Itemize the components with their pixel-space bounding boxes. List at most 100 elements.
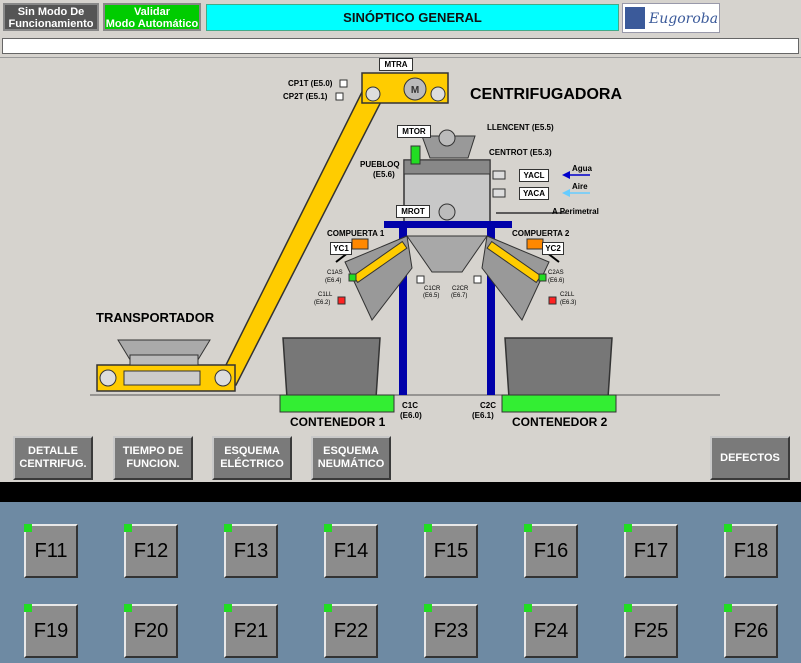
function-key-f22[interactable]: F22 bbox=[324, 604, 378, 658]
conveyor-title: TRANSPORTADOR bbox=[96, 310, 215, 325]
agua-label: Agua bbox=[572, 164, 592, 173]
function-key-f21[interactable]: F21 bbox=[224, 604, 278, 658]
function-key-label: F20 bbox=[133, 620, 169, 642]
function-key-label: F16 bbox=[533, 540, 569, 562]
function-key-led bbox=[24, 524, 32, 532]
function-key-led bbox=[424, 604, 432, 612]
gate1-actuator bbox=[351, 238, 369, 250]
yc1-tag[interactable]: YC1 bbox=[330, 242, 352, 255]
c1as-addr: (E6.4) bbox=[325, 278, 342, 284]
function-key-f13[interactable]: F13 bbox=[224, 524, 278, 578]
process-diagram: M bbox=[90, 72, 720, 413]
function-key-f15[interactable]: F15 bbox=[424, 524, 478, 578]
function-key-f24[interactable]: F24 bbox=[524, 604, 578, 658]
mrot-motor-icon bbox=[438, 203, 456, 221]
function-key-led bbox=[124, 604, 132, 612]
c2c-label: C2C bbox=[480, 401, 497, 410]
function-key-led bbox=[224, 604, 232, 612]
compuerta1-label: COMPUERTA 1 bbox=[327, 229, 385, 238]
detalle-centrifug-button[interactable]: DETALLE CENTRIFUG. bbox=[13, 436, 93, 480]
discharge-hopper bbox=[406, 235, 488, 273]
container-2-base bbox=[501, 394, 617, 413]
function-key-led bbox=[324, 524, 332, 532]
yaca-tag[interactable]: YACA bbox=[519, 187, 549, 200]
function-key-f11[interactable]: F11 bbox=[24, 524, 78, 578]
mtor-tag[interactable]: MTOR bbox=[397, 125, 431, 138]
function-key-label: F22 bbox=[333, 620, 369, 642]
yc2-tag[interactable]: YC2 bbox=[542, 242, 564, 255]
function-key-label: F11 bbox=[34, 540, 68, 562]
c2cr-addr: (E6.7) bbox=[451, 293, 468, 299]
c2as-label: C2AS bbox=[548, 270, 564, 276]
function-key-f14[interactable]: F14 bbox=[324, 524, 378, 578]
function-key-f18[interactable]: F18 bbox=[724, 524, 778, 578]
function-key-f26[interactable]: F26 bbox=[724, 604, 778, 658]
function-key-led bbox=[724, 604, 732, 612]
compuerta2-label: COMPUERTA 2 bbox=[512, 229, 570, 238]
function-key-label: F12 bbox=[133, 540, 169, 562]
function-key-led bbox=[624, 524, 632, 532]
function-key-label: F18 bbox=[733, 540, 769, 562]
c1c-addr: (E6.0) bbox=[400, 411, 422, 420]
function-key-label: F17 bbox=[633, 540, 669, 562]
separator-bar bbox=[0, 482, 801, 502]
c1ll-label: C1LL bbox=[318, 292, 333, 298]
function-key-label: F24 bbox=[533, 620, 569, 642]
c2ll-addr: (E6.3) bbox=[560, 300, 577, 306]
function-key-led bbox=[524, 524, 532, 532]
function-key-f25[interactable]: F25 bbox=[624, 604, 678, 658]
function-key-f17[interactable]: F17 bbox=[624, 524, 678, 578]
support-frame-top bbox=[384, 221, 512, 228]
puebloq-label: PUEBLOQ bbox=[360, 160, 400, 169]
function-key-panel bbox=[0, 502, 801, 663]
function-key-f20[interactable]: F20 bbox=[124, 604, 178, 658]
yacl-tag[interactable]: YACL bbox=[519, 169, 549, 182]
function-key-label: F13 bbox=[233, 540, 269, 562]
function-key-led bbox=[524, 604, 532, 612]
centrifuge-title: CENTRIFUGADORA bbox=[470, 86, 622, 103]
c1c-label: C1C bbox=[402, 401, 419, 410]
aire-label: Aire bbox=[572, 182, 588, 191]
c2cr-label: C2CR bbox=[452, 286, 469, 292]
function-key-f19[interactable]: F19 bbox=[24, 604, 78, 658]
defectos-button[interactable]: DEFECTOS bbox=[710, 436, 790, 480]
function-key-led bbox=[324, 604, 332, 612]
function-key-label: F15 bbox=[433, 540, 469, 562]
function-key-led bbox=[24, 604, 32, 612]
gate2-actuator bbox=[526, 238, 544, 250]
function-key-f23[interactable]: F23 bbox=[424, 604, 478, 658]
c2as-addr: (E6.6) bbox=[548, 278, 565, 284]
container-1-base bbox=[279, 394, 395, 413]
puebloq-addr: (E5.6) bbox=[373, 170, 395, 179]
function-key-label: F14 bbox=[333, 540, 369, 562]
mtor-motor-icon bbox=[438, 129, 456, 147]
function-key-label: F23 bbox=[433, 620, 469, 642]
svg-text:M: M bbox=[411, 85, 419, 96]
centrot-label: CENTROT (E5.3) bbox=[489, 148, 552, 157]
mrot-tag[interactable]: MROT bbox=[396, 205, 430, 218]
c2c-addr: (E6.1) bbox=[472, 411, 494, 420]
container-2-label: CONTENEDOR 2 bbox=[512, 415, 608, 429]
container-1-label: CONTENEDOR 1 bbox=[290, 415, 386, 429]
function-key-label: F19 bbox=[33, 620, 69, 642]
function-key-label: F21 bbox=[233, 620, 269, 642]
function-key-label: F26 bbox=[733, 620, 769, 642]
function-key-led bbox=[724, 524, 732, 532]
c2ll-label: C2LL bbox=[560, 292, 575, 298]
c1ll-addr: (E6.2) bbox=[314, 300, 331, 306]
function-key-label: F25 bbox=[633, 620, 669, 642]
function-key-f16[interactable]: F16 bbox=[524, 524, 578, 578]
mtra-tag[interactable]: MTRA bbox=[379, 58, 413, 71]
function-key-led bbox=[224, 524, 232, 532]
cp2t-label: CP2T (E5.1) bbox=[283, 92, 328, 101]
c1as-label: C1AS bbox=[327, 270, 343, 276]
function-key-led bbox=[424, 524, 432, 532]
tiempo-funcion-button[interactable]: TIEMPO DE FUNCION. bbox=[113, 436, 193, 480]
puebloq-indicator bbox=[410, 145, 421, 165]
container-1 bbox=[282, 337, 381, 399]
function-key-f12[interactable]: F12 bbox=[124, 524, 178, 578]
esquema-neumatico-button[interactable]: ESQUEMA NEUMÁTICO bbox=[311, 436, 391, 480]
c1cr-label: C1CR bbox=[424, 286, 441, 292]
llencent-label: LLENCENT (E5.5) bbox=[487, 123, 554, 132]
esquema-electrico-button[interactable]: ESQUEMA ELÉCTRICO bbox=[212, 436, 292, 480]
